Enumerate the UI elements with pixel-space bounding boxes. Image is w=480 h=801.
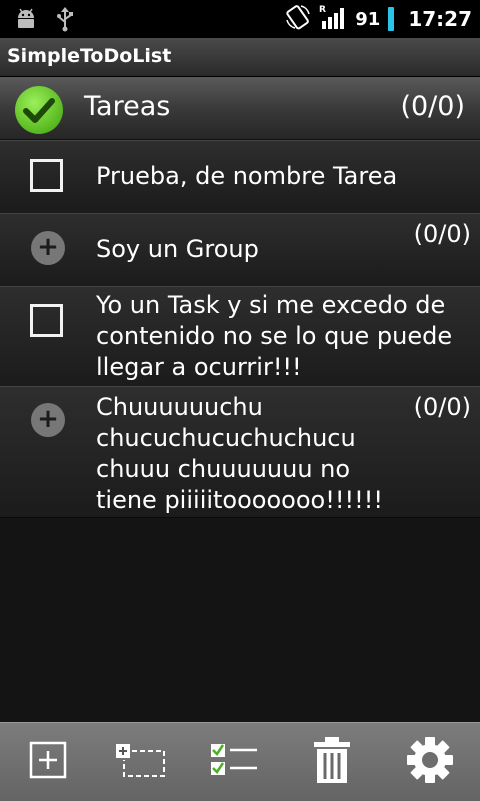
group-count: (0/0)	[413, 220, 471, 248]
group-text: Soy un Group	[96, 235, 259, 263]
battery-icon	[388, 7, 395, 31]
add-group-icon	[114, 742, 166, 782]
settings-button[interactable]	[382, 723, 478, 801]
trash-icon	[312, 736, 352, 788]
checklist-button[interactable]	[186, 723, 282, 801]
expand-plus-icon[interactable]: +	[31, 231, 65, 265]
app-title: SimpleToDoList	[7, 45, 172, 67]
task-row[interactable]: Prueba, de nombre Tarea	[0, 140, 480, 214]
checkmark-icon	[15, 86, 63, 134]
bottom-toolbar	[0, 722, 480, 801]
list-count: (0/0)	[400, 91, 465, 122]
group-count: (0/0)	[413, 393, 471, 421]
task-text: Yo un Task y si me excedo de contenido n…	[96, 291, 453, 381]
list-header[interactable]: Tareas (0/0)	[0, 77, 480, 140]
add-task-icon	[28, 740, 68, 784]
task-text: Prueba, de nombre Tarea	[96, 162, 398, 190]
task-checkbox[interactable]	[30, 159, 63, 192]
clock: 17:27	[408, 7, 472, 31]
expand-plus-icon[interactable]: +	[31, 403, 65, 437]
app-title-bar: SimpleToDoList	[0, 38, 480, 77]
list-title: Tareas	[84, 91, 171, 122]
android-debug-icon	[14, 8, 38, 34]
group-row[interactable]: + Soy un Group (0/0)	[0, 213, 480, 287]
task-checkbox[interactable]	[30, 304, 63, 337]
checklist-icon	[209, 740, 259, 784]
signal-roaming-icon: R	[319, 3, 347, 35]
usb-icon	[56, 6, 74, 36]
add-group-button[interactable]	[92, 723, 188, 801]
battery-level: 91	[355, 8, 381, 30]
group-row[interactable]: + Chuuuuuuchu chucuchucuchuchucu chuuu c…	[0, 386, 480, 518]
screen-rotation-icon	[285, 4, 311, 34]
svg-text:R: R	[319, 5, 326, 15]
add-task-button[interactable]	[0, 723, 96, 801]
status-bar: R 91 17:27	[0, 0, 480, 38]
task-row[interactable]: Yo un Task y si me excedo de contenido n…	[0, 286, 480, 387]
settings-gear-icon	[406, 736, 454, 788]
group-text: Chuuuuuuchu chucuchucuchuchucu chuuu chu…	[96, 393, 383, 514]
delete-button[interactable]	[284, 723, 380, 801]
